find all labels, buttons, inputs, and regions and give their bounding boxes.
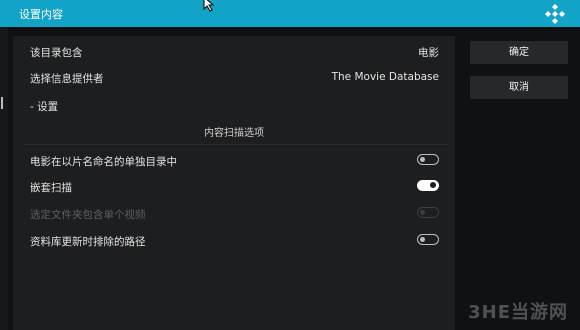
scan-options-section-title: 内容扫描选项 bbox=[204, 128, 264, 139]
scan-option-label: 嵌套扫描 bbox=[30, 182, 72, 194]
settings-label: - 设置 bbox=[30, 101, 59, 113]
dialog-title-bar: 设置内容 bbox=[0, 0, 580, 27]
toggle-knob bbox=[420, 209, 425, 215]
scan-option-row[interactable]: 嵌套扫描 bbox=[13, 173, 455, 199]
toggle-knob bbox=[429, 182, 436, 188]
dir-contains-label: 该目录包含 bbox=[30, 47, 83, 59]
scan-option-label: 选定文件夹包含单个视频 bbox=[30, 209, 146, 221]
left-edge-marker bbox=[1, 97, 3, 109]
toggle-knob bbox=[420, 236, 425, 242]
row-info-provider[interactable]: 选择信息提供者 The Movie Database bbox=[13, 64, 455, 90]
scan-option-row[interactable]: 电影在以片名命名的单独目录中 bbox=[13, 147, 455, 173]
scan-option-label: 资料库更新时排除的路径 bbox=[30, 236, 146, 248]
row-settings[interactable]: - 设置 bbox=[13, 92, 455, 118]
scan-option-row[interactable]: 资料库更新时排除的路径 bbox=[13, 227, 455, 253]
mouse-cursor-icon bbox=[203, 0, 215, 12]
toggle-knob bbox=[420, 156, 425, 162]
info-provider-value: The Movie Database bbox=[331, 71, 439, 83]
cancel-button[interactable]: 取消 bbox=[470, 76, 568, 99]
scan-option-toggle[interactable] bbox=[417, 154, 439, 165]
info-provider-label: 选择信息提供者 bbox=[30, 73, 104, 85]
scan-option-row: 选定文件夹包含单个视频 bbox=[13, 200, 455, 226]
scan-option-toggle[interactable] bbox=[417, 234, 439, 245]
ok-button[interactable]: 确定 bbox=[470, 41, 568, 64]
site-watermark: 3HE当游网 bbox=[468, 302, 568, 323]
section-divider bbox=[23, 144, 447, 145]
scan-option-toggle[interactable] bbox=[417, 180, 439, 191]
kodi-logo-icon bbox=[545, 4, 565, 24]
dir-contains-value: 电影 bbox=[418, 47, 439, 59]
settings-panel: 该目录包含 电影 选择信息提供者 The Movie Database - 设置… bbox=[13, 36, 455, 330]
scan-option-label: 电影在以片名命名的单独目录中 bbox=[30, 156, 177, 168]
scan-option-toggle bbox=[417, 207, 439, 218]
row-dir-contains[interactable]: 该目录包含 电影 bbox=[13, 38, 455, 64]
left-edge-strip bbox=[0, 27, 8, 330]
dialog-title: 设置内容 bbox=[19, 8, 63, 21]
